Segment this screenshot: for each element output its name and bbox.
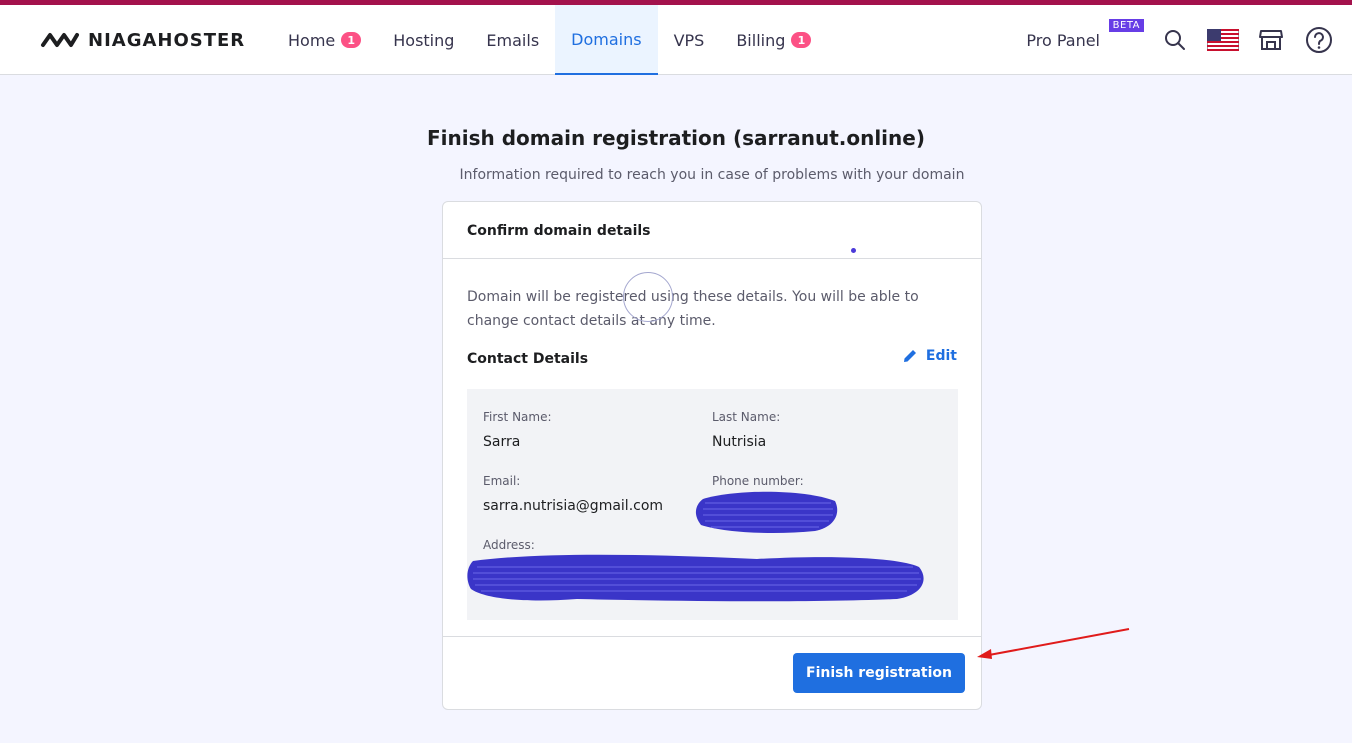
page-title: Finish domain registration (sarranut.onl… <box>427 126 925 150</box>
card-header: Confirm domain details <box>443 202 981 259</box>
brand-name: NIAGAHOSTER <box>88 29 246 51</box>
niagahoster-logo-icon <box>41 33 79 47</box>
beta-badge: BETA <box>1108 18 1144 32</box>
edit-contact-button[interactable]: Edit <box>902 348 957 364</box>
contact-details-box: First Name: Sarra Last Name: Nutrisia Em… <box>467 389 958 620</box>
tab-billing-label: Billing <box>736 30 786 50</box>
edit-label: Edit <box>925 348 957 364</box>
tab-vps-label: VPS <box>673 30 705 50</box>
tab-home[interactable]: Home 1 <box>272 5 377 75</box>
tab-vps[interactable]: VPS <box>658 5 721 75</box>
first-name-field: First Name: Sarra <box>483 410 552 450</box>
card-footer: Finish registration <box>443 636 981 710</box>
tab-home-label: Home <box>288 30 336 50</box>
us-flag-icon <box>1207 29 1239 51</box>
last-name-field: Last Name: Nutrisia <box>712 410 780 450</box>
pencil-icon <box>903 350 916 362</box>
tab-hosting-label: Hosting <box>393 30 455 50</box>
tab-domains[interactable]: Domains <box>555 5 658 75</box>
contact-details-title: Contact Details <box>467 351 589 367</box>
click-indicator <box>623 272 673 322</box>
card-header-title: Confirm domain details <box>467 223 651 239</box>
annotation-arrow-icon <box>977 628 1130 659</box>
help-button[interactable] <box>1302 23 1336 57</box>
registration-description: Domain will be registered using these de… <box>467 289 919 329</box>
billing-badge: 1 <box>791 32 812 48</box>
tab-emails[interactable]: Emails <box>470 5 555 75</box>
right-nav: Pro Panel BETA <box>1026 5 1336 75</box>
address-redaction-scribble <box>467 554 924 602</box>
first-name-value: Sarra <box>483 434 521 450</box>
home-badge: 1 <box>341 32 362 48</box>
last-name-label: Last Name: <box>712 410 781 424</box>
store-icon <box>1259 30 1283 50</box>
last-name-value: Nutrisia <box>712 434 767 450</box>
brand-logo[interactable]: NIAGAHOSTER <box>40 29 246 51</box>
email-label: Email: <box>483 474 521 488</box>
tab-hosting[interactable]: Hosting <box>377 5 470 75</box>
first-name-label: First Name: <box>483 410 552 424</box>
loading-dot <box>851 248 856 253</box>
tab-emails-label: Emails <box>486 30 540 50</box>
help-icon <box>1306 27 1332 53</box>
store-button[interactable] <box>1254 23 1288 57</box>
pro-panel-label: Pro Panel <box>1026 30 1100 50</box>
email-field: Email: sarra.nutrisia@gmail.com <box>483 474 663 514</box>
email-value: sarra.nutrisia@gmail.com <box>483 498 664 514</box>
page-subtitle: Information required to reach you in cas… <box>459 167 965 183</box>
phone-redaction-scribble <box>695 491 838 533</box>
search-icon <box>1165 30 1185 50</box>
tab-domains-label: Domains <box>571 29 642 49</box>
phone-label: Phone number: <box>712 474 804 488</box>
language-button[interactable] <box>1206 23 1240 57</box>
tab-billing[interactable]: Billing 1 <box>720 5 827 75</box>
main-nav: Home 1 Hosting Emails Domains VPS Billin… <box>272 5 827 75</box>
phone-field: Phone number: <box>712 474 804 488</box>
finish-registration-button[interactable]: Finish registration <box>793 653 965 693</box>
confirm-domain-card: Confirm domain details Domain will be re… <box>442 201 982 710</box>
top-navbar: NIAGAHOSTER Home 1 Hosting Emails Domain… <box>0 5 1352 75</box>
pro-panel-link[interactable]: Pro Panel BETA <box>1026 18 1144 50</box>
search-button[interactable] <box>1158 23 1192 57</box>
